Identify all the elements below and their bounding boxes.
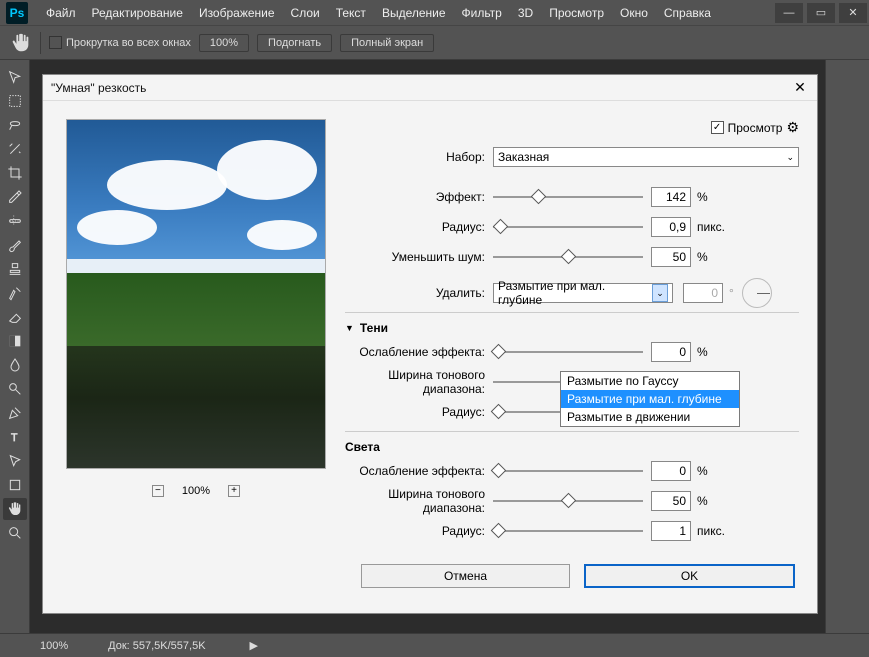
menu-select[interactable]: Выделение [374, 2, 454, 24]
dialog-title: "Умная" резкость [51, 81, 146, 95]
menu-layers[interactable]: Слои [283, 2, 328, 24]
dodge-tool[interactable] [3, 378, 27, 400]
menu-edit[interactable]: Редактирование [84, 2, 191, 24]
ok-button[interactable]: OK [584, 564, 795, 588]
zoom-100-button[interactable]: 100% [199, 34, 249, 52]
fit-screen-button[interactable]: Подогнать [257, 34, 332, 52]
radius-label: Радиус: [345, 220, 493, 234]
highlights-section-header: Света [345, 440, 799, 454]
healing-brush-tool[interactable] [3, 210, 27, 232]
menu-view[interactable]: Просмотр [541, 2, 612, 24]
highlights-radius-input[interactable] [651, 521, 691, 541]
smart-sharpen-dialog: "Умная" резкость ✕ − 100% + [42, 74, 818, 614]
radius-input[interactable] [651, 217, 691, 237]
zoom-in-button[interactable]: + [228, 485, 240, 497]
shadows-fade-label: Ослабление эффекта: [345, 345, 493, 359]
highlights-fade-slider[interactable] [493, 462, 643, 480]
amount-unit: % [697, 190, 708, 204]
highlights-radius-slider[interactable] [493, 522, 643, 540]
noise-label: Уменьшить шум: [345, 250, 493, 264]
shadows-fade-input[interactable] [651, 342, 691, 362]
stamp-tool[interactable] [3, 258, 27, 280]
menu-help[interactable]: Справка [656, 2, 719, 24]
amount-label: Эффект: [345, 190, 493, 204]
chevron-down-icon: ⌄ [652, 284, 668, 302]
settings-gear-icon[interactable]: ⚙ [786, 119, 799, 136]
brush-tool[interactable] [3, 234, 27, 256]
remove-select[interactable]: Размытие при мал. глубине ⌄ [493, 283, 673, 303]
menu-3d[interactable]: 3D [510, 2, 541, 24]
menu-filter[interactable]: Фильтр [454, 2, 510, 24]
zoom-tool[interactable] [3, 522, 27, 544]
highlights-tonal-input[interactable] [651, 491, 691, 511]
noise-unit: % [697, 250, 708, 264]
magic-wand-tool[interactable] [3, 138, 27, 160]
menu-window[interactable]: Окно [612, 2, 656, 24]
remove-option-lens-blur[interactable]: Размытие при мал. глубине [561, 390, 739, 408]
shadows-section-toggle[interactable]: ▼Тени [345, 321, 799, 335]
noise-slider[interactable] [493, 248, 643, 266]
move-tool[interactable] [3, 66, 27, 88]
type-tool[interactable]: T [3, 426, 27, 448]
remove-option-motion-blur[interactable]: Размытие в движении [561, 408, 739, 426]
eraser-tool[interactable] [3, 306, 27, 328]
shadows-fade-slider[interactable] [493, 343, 643, 361]
right-panels[interactable] [825, 60, 869, 633]
preview-image[interactable] [66, 119, 326, 469]
highlights-tonal-slider[interactable] [493, 492, 643, 510]
scroll-all-windows-label: Прокрутка во всех окнах [66, 37, 191, 49]
radius-unit: пикс. [697, 220, 725, 234]
pen-tool[interactable] [3, 402, 27, 424]
shape-tool[interactable] [3, 474, 27, 496]
menu-text[interactable]: Текст [328, 2, 374, 24]
window-close-button[interactable]: ✕ [839, 3, 867, 23]
amount-input[interactable] [651, 187, 691, 207]
preview-checkbox[interactable]: ✓ [711, 121, 724, 134]
shadows-radius-label: Радиус: [345, 405, 493, 419]
blur-tool[interactable] [3, 354, 27, 376]
preview-zoom-label: 100% [182, 485, 210, 497]
eyedropper-tool[interactable] [3, 186, 27, 208]
amount-slider[interactable] [493, 188, 643, 206]
highlights-radius-label: Радиус: [345, 524, 493, 538]
marquee-tool[interactable] [3, 90, 27, 112]
highlights-fade-label: Ослабление эффекта: [345, 464, 493, 478]
menu-image[interactable]: Изображение [191, 2, 283, 24]
degree-icon: ° [729, 286, 734, 300]
shadows-tonal-label: Ширина тонового диапазона: [345, 368, 493, 396]
svg-text:T: T [11, 432, 18, 444]
highlights-tonal-label: Ширина тонового диапазона: [345, 487, 493, 515]
crop-tool[interactable] [3, 162, 27, 184]
window-minimize-button[interactable]: — [775, 3, 803, 23]
remove-option-gaussian[interactable]: Размытие по Гауссу [561, 372, 739, 390]
menu-file[interactable]: Файл [38, 2, 84, 24]
remove-dropdown-list[interactable]: Размытие по Гауссу Размытие при мал. глу… [560, 371, 740, 427]
hand-tool[interactable] [3, 498, 27, 520]
history-brush-tool[interactable] [3, 282, 27, 304]
app-logo: Ps [6, 2, 28, 24]
remove-label: Удалить: [345, 286, 493, 300]
scroll-all-windows-checkbox[interactable]: Прокрутка во всех окнах [49, 36, 191, 49]
status-doc-size[interactable]: Док: 557,5K/557,5K [108, 640, 205, 652]
angle-input[interactable] [683, 283, 723, 303]
angle-dial[interactable] [742, 278, 772, 308]
window-maximize-button[interactable]: ▭ [807, 3, 835, 23]
noise-input[interactable] [651, 247, 691, 267]
highlights-fade-input[interactable] [651, 461, 691, 481]
radius-slider[interactable] [493, 218, 643, 236]
preset-select[interactable]: Заказная⌄ [493, 147, 799, 167]
dialog-close-button[interactable]: ✕ [791, 79, 809, 97]
status-zoom[interactable]: 100% [40, 640, 68, 652]
fullscreen-button[interactable]: Полный экран [340, 34, 434, 52]
tools-panel: T [0, 60, 30, 633]
cancel-button[interactable]: Отмена [361, 564, 570, 588]
zoom-out-button[interactable]: − [152, 485, 164, 497]
preview-checkbox-label: Просмотр [728, 121, 783, 135]
path-selection-tool[interactable] [3, 450, 27, 472]
hand-tool-icon [10, 32, 32, 54]
lasso-tool[interactable] [3, 114, 27, 136]
preset-label: Набор: [345, 150, 493, 164]
gradient-tool[interactable] [3, 330, 27, 352]
